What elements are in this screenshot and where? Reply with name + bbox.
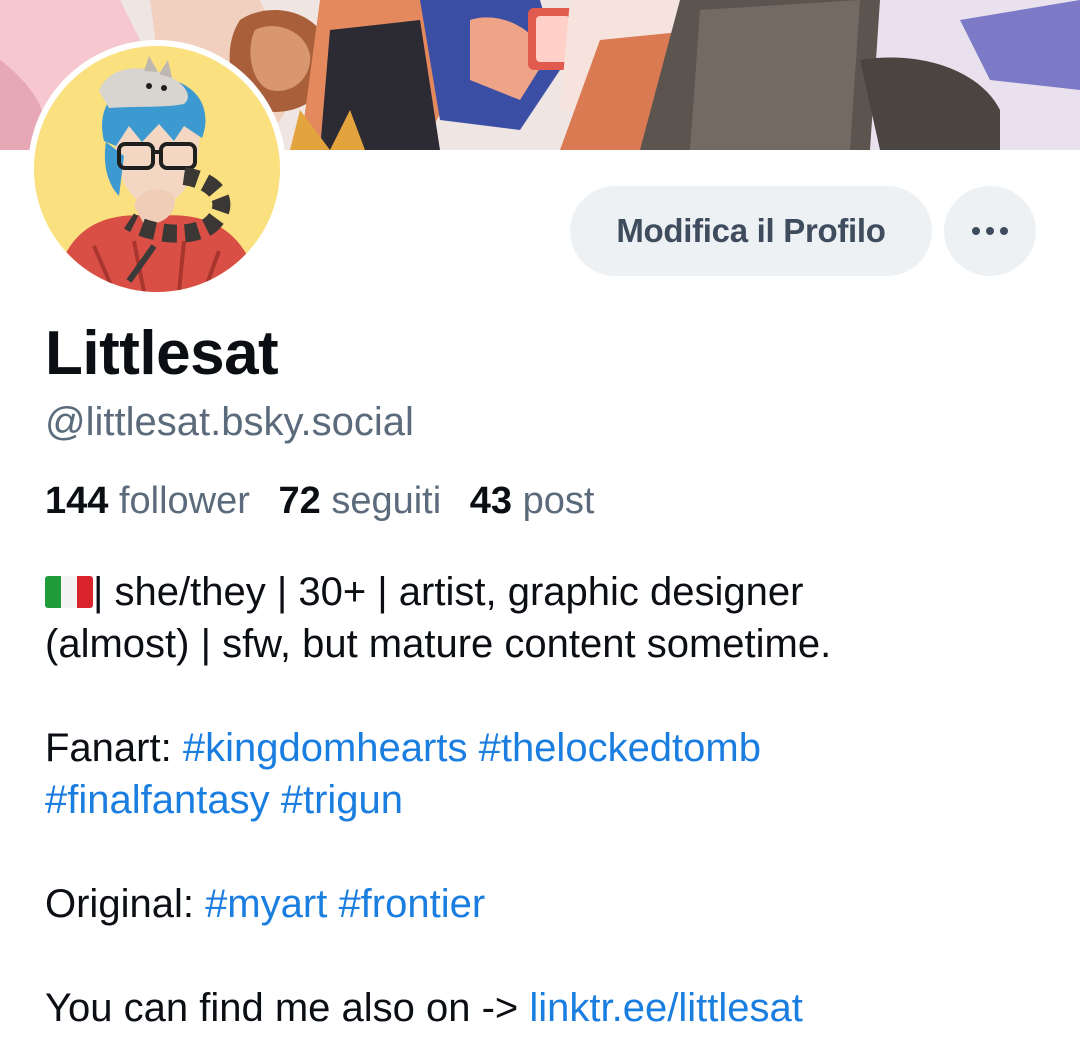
original-label: Original: <box>45 882 206 926</box>
profile-handle: @littlesat.bsky.social <box>45 400 414 444</box>
following-stat[interactable]: 72 seguiti <box>278 480 441 522</box>
followers-count: 144 <box>45 480 109 522</box>
edit-profile-button[interactable]: Modifica il Profilo <box>570 186 932 276</box>
bio-content-text: (almost) | sfw, but mature content somet… <box>45 622 832 666</box>
hashtag-link[interactable]: #thelockedtomb <box>479 726 761 770</box>
profile-bio: | she/they | 30+ | artist, graphic desig… <box>45 566 1045 1034</box>
fanart-label: Fanart: <box>45 726 183 770</box>
hashtag-link[interactable]: #trigun <box>281 778 403 822</box>
profile-stats: 144 follower 72 seguiti 43 post <box>45 480 612 523</box>
bio-line: Original: #myart #frontier <box>45 878 1045 930</box>
italy-flag-icon <box>45 576 93 608</box>
bio-pronouns-text: | she/they | 30+ | artist, graphic desig… <box>93 570 804 614</box>
ellipsis-icon <box>972 227 1008 235</box>
followers-label: follower <box>118 480 250 522</box>
bio-line: | she/they | 30+ | artist, graphic desig… <box>45 566 1045 618</box>
hashtag-link[interactable]: #frontier <box>338 882 485 926</box>
avatar-illustration <box>34 46 280 292</box>
display-name: Littlesat <box>45 319 279 388</box>
avatar[interactable] <box>28 40 286 298</box>
followers-stat[interactable]: 144 follower <box>45 480 250 522</box>
hashtag-link[interactable]: #kingdomhearts <box>183 726 468 770</box>
following-label: seguiti <box>331 480 442 522</box>
linktree-link[interactable]: linktr.ee/littlesat <box>529 986 802 1030</box>
posts-count: 43 <box>469 480 513 522</box>
bio-line: You can find me also on -> linktr.ee/lit… <box>45 982 1045 1034</box>
more-options-button[interactable] <box>944 186 1036 276</box>
hashtag-link[interactable]: #finalfantasy <box>45 778 270 822</box>
bio-line: #finalfantasy #trigun <box>45 774 1045 826</box>
posts-label: post <box>522 480 595 522</box>
hashtag-link[interactable]: #myart <box>205 882 327 926</box>
bio-line: Fanart: #kingdomhearts #thelockedtomb <box>45 722 1045 774</box>
following-count: 72 <box>278 480 321 522</box>
links-label: You can find me also on -> <box>45 986 530 1030</box>
posts-stat: 43 post <box>470 480 595 522</box>
bio-line: (almost) | sfw, but mature content somet… <box>45 618 1045 670</box>
